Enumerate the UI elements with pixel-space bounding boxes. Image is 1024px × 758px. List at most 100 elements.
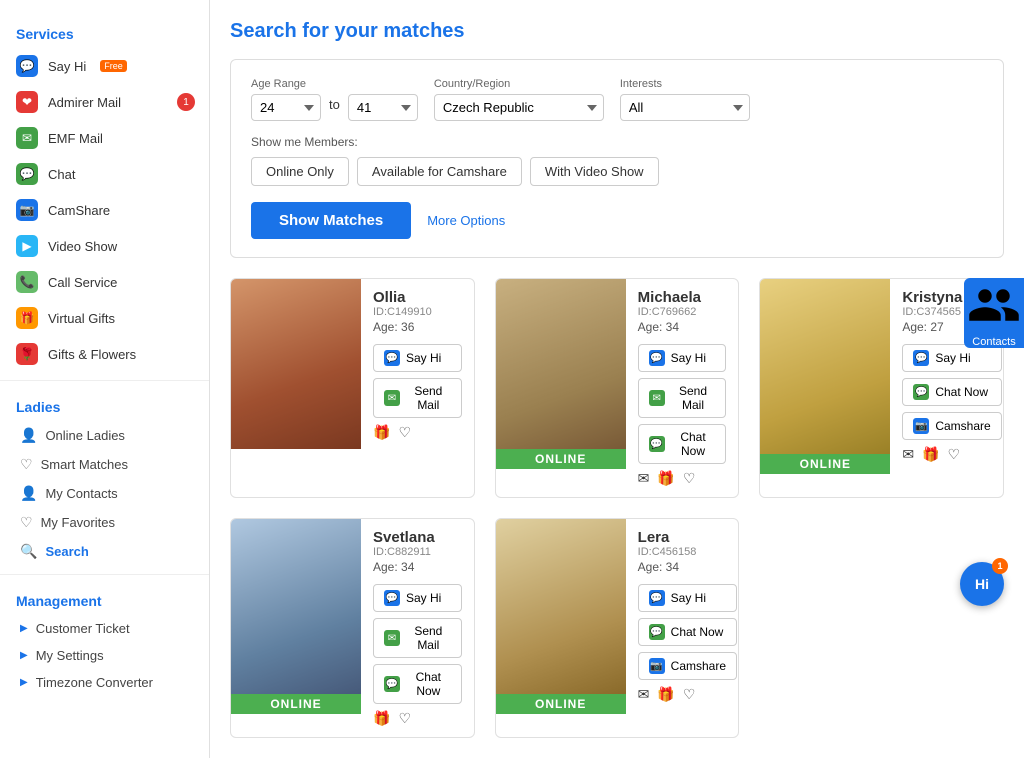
- svetlana-send-mail-icon: ✉: [384, 630, 400, 646]
- ollia-send-mail-btn[interactable]: ✉ Send Mail: [373, 378, 462, 418]
- ollia-heart-icon[interactable]: ♡: [398, 424, 411, 441]
- profile-card-michaela: ONLINE Michaela ID:C769662 Age: 34 💬 Say…: [495, 278, 740, 498]
- virtual-gifts-icon: 🎁: [16, 307, 38, 329]
- lera-gift-icon[interactable]: 🎁: [657, 686, 674, 703]
- sidebar-item-virtual-gifts[interactable]: 🎁 Virtual Gifts: [0, 300, 209, 336]
- sidebar-item-call-service[interactable]: 📞 Call Service: [0, 264, 209, 300]
- camshare-label: CamShare: [48, 203, 110, 218]
- lera-camshare-btn[interactable]: 📷 Camshare: [638, 652, 737, 680]
- sidebar-item-my-contacts[interactable]: 👤 My Contacts: [0, 479, 209, 508]
- age-from-select[interactable]: 242530: [251, 94, 321, 121]
- kristyna-say-hi-btn[interactable]: 💬 Say Hi: [902, 344, 1001, 372]
- sidebar-item-camshare[interactable]: 📷 CamShare: [0, 192, 209, 228]
- lera-age: Age: 34: [638, 560, 737, 574]
- svetlana-say-hi-btn[interactable]: 💬 Say Hi: [373, 584, 462, 612]
- lera-say-hi-btn[interactable]: 💬 Say Hi: [638, 584, 737, 612]
- country-select[interactable]: Czech Republic Russia Ukraine: [434, 94, 604, 121]
- search-box: Age Range 242530 to 414550 Country/Regio…: [230, 59, 1004, 258]
- michaela-say-hi-icon: 💬: [649, 350, 665, 366]
- sidebar-item-emf-mail[interactable]: ✉ EMF Mail: [0, 120, 209, 156]
- say-hi-btn-icon: 💬: [384, 350, 400, 366]
- lera-chat-icon: 💬: [649, 624, 665, 640]
- interests-select[interactable]: All Travel Music: [620, 94, 750, 121]
- kristyna-gift-icon[interactable]: 🎁: [922, 446, 939, 463]
- lera-mail-icon[interactable]: ✉: [638, 686, 650, 703]
- gifts-flowers-label: Gifts & Flowers: [48, 347, 136, 362]
- michaela-send-mail-icon: ✉: [649, 390, 665, 406]
- sidebar-item-video-show[interactable]: ▶ Video Show: [0, 228, 209, 264]
- kristyna-chat-icon: 💬: [913, 384, 929, 400]
- lera-info: Lera ID:C456158 Age: 34 💬 Say Hi 💬 Chat …: [626, 519, 740, 714]
- admirer-mail-badge: 1: [177, 93, 195, 111]
- michaela-age: Age: 34: [638, 320, 727, 334]
- camshare-icon: 📷: [16, 199, 38, 221]
- ladies-section-title: Ladies: [0, 389, 209, 421]
- sidebar-item-admirer-mail[interactable]: ❤ Admirer Mail 1: [0, 84, 209, 120]
- sidebar-item-timezone-converter[interactable]: ▶ Timezone Converter: [0, 669, 209, 696]
- toggle-with-video-show[interactable]: With Video Show: [530, 157, 659, 186]
- sidebar-divider-1: [0, 380, 209, 381]
- michaela-chat-icon: 💬: [649, 436, 665, 452]
- main-content: Search for your matches Age Range 242530…: [210, 0, 1024, 758]
- ollia-gift-icon[interactable]: 🎁: [373, 424, 390, 441]
- customer-ticket-label: Customer Ticket: [36, 621, 130, 636]
- smart-matches-label: Smart Matches: [41, 457, 128, 472]
- sidebar-item-customer-ticket[interactable]: ▶ Customer Ticket: [0, 615, 209, 642]
- ollia-say-hi-btn[interactable]: 💬 Say Hi: [373, 344, 462, 372]
- michaela-heart-icon[interactable]: ♡: [683, 470, 696, 487]
- svetlana-gift-icon[interactable]: 🎁: [373, 710, 390, 727]
- sidebar-item-say-hi[interactable]: 💬 Say Hi Free: [0, 48, 209, 84]
- kristyna-camshare-btn[interactable]: 📷 Camshare: [902, 412, 1001, 440]
- sidebar-item-chat[interactable]: 💬 Chat: [0, 156, 209, 192]
- sidebar: Services 💬 Say Hi Free ❤ Admirer Mail 1 …: [0, 0, 210, 758]
- lera-name: Lera: [638, 529, 737, 546]
- kristyna-chat-now-btn[interactable]: 💬 Chat Now: [902, 378, 1001, 406]
- svetlana-heart-icon[interactable]: ♡: [398, 710, 411, 727]
- smart-matches-icon: ♡: [20, 456, 33, 473]
- chat-label: Chat: [48, 167, 75, 182]
- hi-bubble-button[interactable]: Hi 1: [960, 562, 1004, 606]
- management-section-title: Management: [0, 583, 209, 615]
- kristyna-heart-icon[interactable]: ♡: [948, 446, 961, 463]
- svetlana-send-mail-btn[interactable]: ✉ Send Mail: [373, 618, 462, 658]
- sidebar-item-smart-matches[interactable]: ♡ Smart Matches: [0, 450, 209, 479]
- virtual-gifts-label: Virtual Gifts: [48, 311, 115, 326]
- more-options-link[interactable]: More Options: [427, 213, 505, 228]
- search-label: Search: [45, 544, 88, 559]
- sidebar-divider-2: [0, 574, 209, 575]
- arrow-right-icon-1: ▶: [20, 623, 28, 634]
- michaela-send-mail-btn[interactable]: ✉ Send Mail: [638, 378, 727, 418]
- michaela-gift-icon[interactable]: 🎁: [657, 470, 674, 487]
- ollia-age: Age: 36: [373, 320, 462, 334]
- michaela-chat-now-btn[interactable]: 💬 Chat Now: [638, 424, 727, 464]
- sidebar-item-search[interactable]: 🔍 Search: [0, 537, 209, 566]
- toggle-online-only[interactable]: Online Only: [251, 157, 349, 186]
- contacts-floating-button[interactable]: Contacts: [964, 278, 1024, 348]
- michaela-say-hi-btn[interactable]: 💬 Say Hi: [638, 344, 727, 372]
- lera-camshare-icon: 📷: [649, 658, 665, 674]
- kristyna-camshare-icon: 📷: [913, 418, 929, 434]
- hi-bubble-badge: 1: [992, 558, 1008, 574]
- kristyna-photo: ONLINE: [760, 279, 890, 474]
- michaela-photo: ONLINE: [496, 279, 626, 469]
- admirer-mail-icon: ❤: [16, 91, 38, 113]
- michaela-mail-icon[interactable]: ✉: [638, 470, 650, 487]
- toggle-available-camshare[interactable]: Available for Camshare: [357, 157, 522, 186]
- sidebar-item-my-settings[interactable]: ▶ My Settings: [0, 642, 209, 669]
- show-matches-button[interactable]: Show Matches: [251, 202, 411, 239]
- sidebar-item-my-favorites[interactable]: ♡ My Favorites: [0, 508, 209, 537]
- my-settings-label: My Settings: [36, 648, 104, 663]
- ollia-send-mail-label: Send Mail: [406, 384, 451, 412]
- arrow-right-icon-2: ▶: [20, 650, 28, 661]
- sidebar-item-gifts-flowers[interactable]: 🌹 Gifts & Flowers: [0, 336, 209, 372]
- svetlana-online-badge: ONLINE: [231, 694, 361, 714]
- kristyna-mail-icon[interactable]: ✉: [902, 446, 914, 463]
- age-range-label: Age Range: [251, 78, 418, 90]
- my-contacts-label: My Contacts: [45, 486, 117, 501]
- svetlana-chat-now-btn[interactable]: 💬 Chat Now: [373, 664, 462, 704]
- sidebar-item-online-ladies[interactable]: 👤 Online Ladies: [0, 421, 209, 450]
- age-to-select[interactable]: 414550: [348, 94, 418, 121]
- lera-heart-icon[interactable]: ♡: [683, 686, 696, 703]
- to-text: to: [329, 97, 340, 112]
- lera-chat-now-btn[interactable]: 💬 Chat Now: [638, 618, 737, 646]
